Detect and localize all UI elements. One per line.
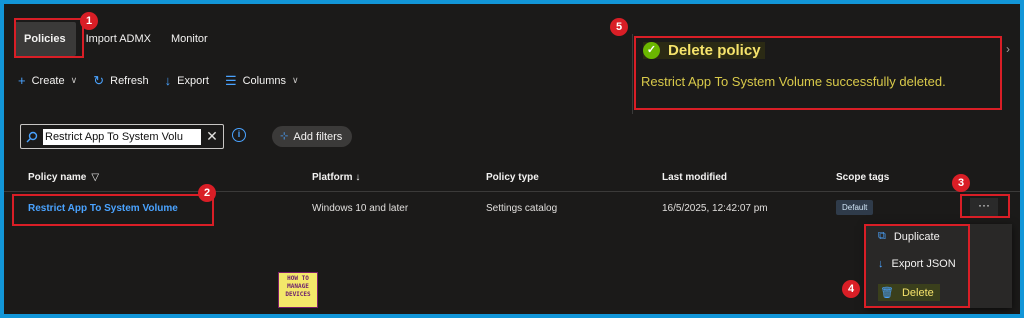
step-badge-4: 4 (842, 280, 860, 298)
menu-item-delete-label: Delete (901, 286, 934, 299)
tab-policies[interactable]: Policies (14, 22, 76, 56)
column-policy-type-label: Policy type (486, 172, 539, 183)
step-badge-1: 1 (80, 12, 98, 30)
chevron-down-icon: ∨ (70, 75, 78, 85)
policy-type-cell: Settings catalog (486, 203, 558, 214)
menu-item-export-json-label: Export JSON (891, 258, 956, 270)
platform-cell: Windows 10 and later (312, 203, 409, 214)
download-icon: ↓ (878, 258, 884, 270)
column-scope-tags-label: Scope tags (836, 172, 890, 183)
command-bar: + Create ∨ ↻ Refresh ↓ Export ☰ Columns … (18, 74, 299, 87)
search-input[interactable]: Restrict App To System Volu ✕ (20, 124, 224, 149)
last-modified-cell: 16/5/2025, 12:42:07 pm (662, 203, 768, 214)
column-last-modified-label: Last modified (662, 172, 728, 183)
column-platform-label: Platform ↓ (312, 172, 361, 183)
refresh-icon: ↻ (93, 73, 105, 88)
step-badge-3: 3 (952, 174, 970, 192)
tab-bar: Policies Import ADMX Monitor (14, 22, 218, 56)
refresh-button[interactable]: ↻ Refresh (93, 74, 148, 87)
duplicate-icon: ⧉ (878, 230, 886, 242)
info-icon[interactable]: i (232, 128, 246, 142)
columns-button[interactable]: ☰ Columns ∨ (225, 74, 299, 87)
plus-icon: + (18, 73, 26, 88)
how-to-manage-devices-logo: HOW TO MANAGE DEVICES (278, 272, 318, 308)
column-platform[interactable]: Platform ↓ (312, 172, 360, 183)
clear-search-icon[interactable]: ✕ (201, 128, 223, 145)
search-icon (21, 131, 43, 143)
add-filters-button[interactable]: ⊹ Add filters (272, 126, 353, 147)
columns-label: Columns (242, 74, 287, 87)
search-value: Restrict App To System Volu (43, 128, 201, 145)
column-policy-type[interactable]: Policy type (486, 172, 539, 183)
success-check-icon: ✓ (643, 42, 660, 59)
table-header: Policy name ▽ Platform ↓ Policy type Las… (4, 166, 1020, 192)
filter-funnel-icon[interactable]: ▽ (91, 172, 99, 183)
column-scope-tags[interactable]: Scope tags (836, 172, 889, 183)
column-last-modified[interactable]: Last modified (662, 172, 727, 183)
menu-item-duplicate[interactable]: ⧉ Duplicate (878, 230, 940, 243)
column-policy-name[interactable]: Policy name ▽ (28, 172, 99, 183)
create-button[interactable]: + Create ∨ (18, 74, 77, 87)
intune-policies-pane: Policies Import ADMX Monitor + Create ∨ … (4, 4, 1020, 314)
tab-monitor[interactable]: Monitor (161, 22, 218, 56)
export-button[interactable]: ↓ Export (165, 74, 209, 87)
filter-icon: ⊹ (280, 131, 289, 142)
step-badge-5: 5 (610, 18, 628, 36)
notification-message: Restrict App To System Volume successful… (641, 74, 946, 89)
scope-tag-badge: Default (836, 200, 874, 215)
step-badge-2: 2 (198, 184, 216, 202)
table-row[interactable]: Restrict App To System Volume Windows 10… (4, 193, 1020, 223)
add-filters-label: Add filters (293, 130, 343, 143)
more-options-button[interactable]: ··· (970, 198, 998, 216)
trash-icon: 🗑 (880, 287, 894, 299)
delete-notification: ✓ Delete policy Restrict App To System V… (632, 34, 1012, 114)
create-label: Create (31, 74, 65, 87)
columns-icon: ☰ (224, 73, 237, 88)
notification-title-text: Delete policy (668, 42, 761, 59)
menu-item-export-json[interactable]: ↓ Export JSON (878, 258, 956, 270)
export-label: Export (177, 74, 209, 87)
menu-item-delete[interactable]: 🗑 Delete (878, 284, 940, 301)
menu-item-duplicate-label: Duplicate (893, 230, 940, 243)
download-icon: ↓ (164, 73, 172, 88)
column-policy-name-label: Policy name (28, 172, 87, 183)
chevron-right-icon[interactable]: › (1006, 42, 1010, 56)
policy-name-link[interactable]: Restrict App To System Volume (28, 203, 178, 214)
context-menu: ⧉ Duplicate ↓ Export JSON 🗑 Delete (866, 224, 1012, 308)
chevron-down-icon: ∨ (292, 75, 299, 85)
notification-title: ✓ Delete policy (643, 42, 765, 59)
refresh-label: Refresh (110, 74, 149, 87)
